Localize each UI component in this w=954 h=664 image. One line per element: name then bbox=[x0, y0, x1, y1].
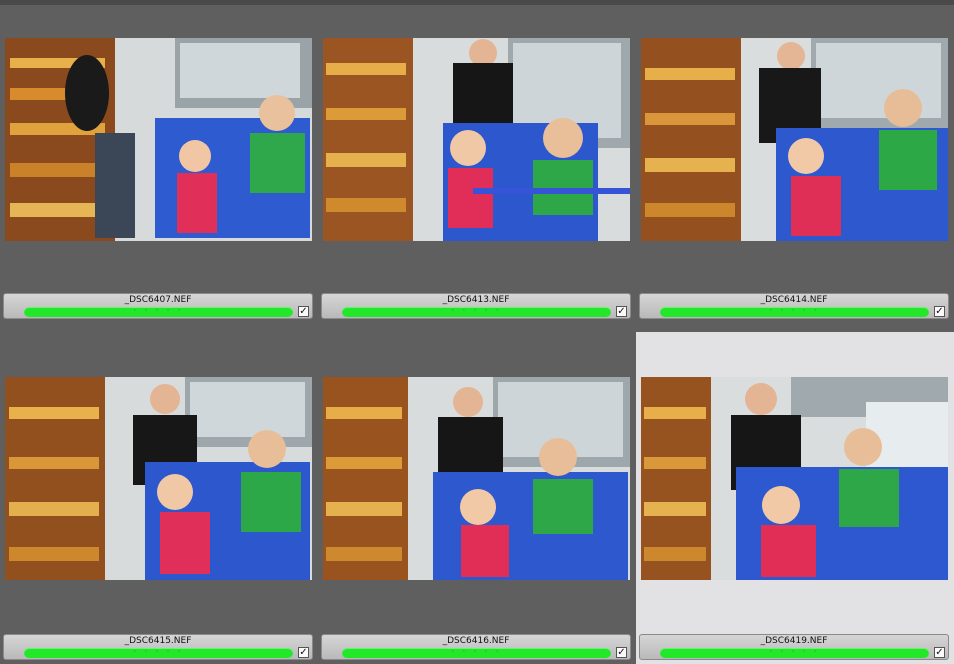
caption-bar: _DSC6415.NEF · · · · · ✓ bbox=[3, 634, 313, 660]
caption-bar: _DSC6413.NEF · · · · · ✓ bbox=[321, 293, 631, 319]
caption-bar: _DSC6416.NEF · · · · · ✓ bbox=[321, 634, 631, 660]
color-label-bar: · · · · · bbox=[24, 646, 293, 658]
star-rating-dots[interactable]: · · · · · bbox=[342, 305, 611, 317]
thumbnail-cell[interactable]: _DSC6414.NEF · · · · · ✓ bbox=[636, 0, 954, 332]
color-label-bar: · · · · · bbox=[24, 305, 293, 317]
photo-thumbnail[interactable] bbox=[323, 377, 630, 580]
photo-thumbnail[interactable] bbox=[641, 38, 948, 241]
caption-bar: _DSC6414.NEF · · · · · ✓ bbox=[639, 293, 949, 319]
color-label-bar: · · · · · bbox=[342, 305, 611, 317]
caption-bar: _DSC6419.NEF · · · · · ✓ bbox=[639, 634, 949, 660]
include-checkbox[interactable]: ✓ bbox=[298, 647, 309, 658]
star-rating-dots[interactable]: · · · · · bbox=[660, 646, 929, 658]
include-checkbox[interactable]: ✓ bbox=[298, 306, 309, 317]
star-rating-dots[interactable]: · · · · · bbox=[660, 305, 929, 317]
thumbnail-grid: _DSC6407.NEF · · · · · ✓ _DSC6413.NEF · … bbox=[0, 0, 954, 664]
caption-bar: _DSC6407.NEF · · · · · ✓ bbox=[3, 293, 313, 319]
thumbnail-cell-selected[interactable]: _DSC6419.NEF · · · · · ✓ bbox=[636, 332, 954, 664]
photo-thumbnail[interactable] bbox=[641, 377, 948, 580]
star-rating-dots[interactable]: · · · · · bbox=[342, 646, 611, 658]
include-checkbox[interactable]: ✓ bbox=[934, 647, 945, 658]
thumbnail-cell[interactable]: _DSC6407.NEF · · · · · ✓ bbox=[0, 0, 318, 332]
include-checkbox[interactable]: ✓ bbox=[934, 306, 945, 317]
include-checkbox[interactable]: ✓ bbox=[616, 306, 627, 317]
thumbnail-cell[interactable]: _DSC6416.NEF · · · · · ✓ bbox=[318, 332, 636, 664]
thumbnail-cell[interactable]: _DSC6415.NEF · · · · · ✓ bbox=[0, 332, 318, 664]
photo-thumbnail[interactable] bbox=[323, 38, 630, 241]
photo-thumbnail[interactable] bbox=[5, 38, 312, 241]
star-rating-dots[interactable]: · · · · · bbox=[24, 305, 293, 317]
color-label-bar: · · · · · bbox=[660, 305, 929, 317]
thumbnail-cell[interactable]: _DSC6413.NEF · · · · · ✓ bbox=[318, 0, 636, 332]
include-checkbox[interactable]: ✓ bbox=[616, 647, 627, 658]
color-label-bar: · · · · · bbox=[660, 646, 929, 658]
color-label-bar: · · · · · bbox=[342, 646, 611, 658]
photo-thumbnail[interactable] bbox=[5, 377, 312, 580]
star-rating-dots[interactable]: · · · · · bbox=[24, 646, 293, 658]
